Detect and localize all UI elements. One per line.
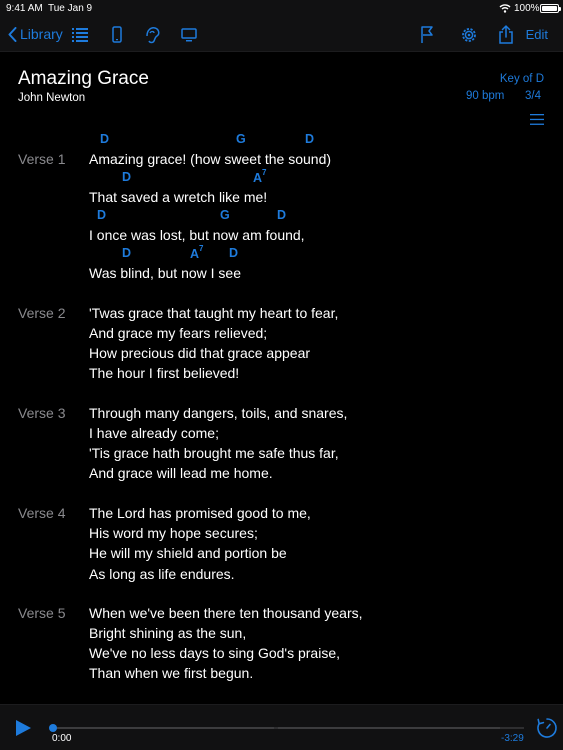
lyric-line: His word my hope secures; xyxy=(89,525,258,541)
lyric-line: The Lord has promised good to me, xyxy=(89,505,311,521)
song-time-signature[interactable]: 3/4 xyxy=(525,90,541,102)
verse-label: Verse 3 xyxy=(18,405,66,421)
list-icon[interactable] xyxy=(69,24,91,46)
battery-icon xyxy=(540,4,561,13)
phone-icon[interactable] xyxy=(106,24,128,46)
edit-button[interactable]: Edit xyxy=(526,27,548,42)
lyric-line: I once was lost, but now am found, xyxy=(89,227,305,243)
chord[interactable]: D xyxy=(305,132,314,146)
gear-icon[interactable] xyxy=(458,24,480,46)
back-label: Library xyxy=(20,26,63,42)
elapsed-time: 0:00 xyxy=(52,733,72,744)
song-author: John Newton xyxy=(18,92,86,104)
lyric-line: He will my shield and portion be xyxy=(89,545,287,561)
navigation-bar: Library Edit xyxy=(0,18,563,52)
verse-label: Verse 2 xyxy=(18,305,66,321)
lyric-line: 'Tis grace hath brought me safe thus far… xyxy=(89,445,339,461)
lyric-line: When we've been there ten thousand years… xyxy=(89,605,363,621)
lyric-line: 'Twas grace that taught my heart to fear… xyxy=(89,305,339,321)
chord[interactable]: A7 xyxy=(190,244,203,261)
chord[interactable]: D xyxy=(122,246,131,260)
tune-icon[interactable] xyxy=(142,24,164,46)
lyric-line: We've no less days to sing God's praise, xyxy=(89,645,340,661)
lyric-line: How precious did that grace appear xyxy=(89,345,311,361)
remaining-time: -3:29 xyxy=(501,733,524,744)
song-title: Amazing Grace xyxy=(18,68,149,89)
chord[interactable]: D xyxy=(122,170,131,184)
lyric-line: Was blind, but now I see xyxy=(89,265,242,281)
flag-icon[interactable] xyxy=(417,24,439,46)
song-tempo[interactable]: 90 bpm xyxy=(466,90,504,102)
chord[interactable]: D xyxy=(277,208,286,222)
battery-percent: 100% xyxy=(514,3,540,14)
lyric-line: As long as life endures. xyxy=(89,566,235,582)
status-bar: 9:41 AM Tue Jan 9 100% xyxy=(0,0,563,18)
slider-thumb[interactable] xyxy=(49,724,57,732)
chord[interactable]: G xyxy=(236,132,246,146)
verse-label: Verse 1 xyxy=(18,151,66,167)
chord[interactable]: G xyxy=(220,208,230,222)
verse-label: Verse 5 xyxy=(18,605,66,621)
progress-slider[interactable] xyxy=(49,724,524,732)
lyric-line: Amazing grace! (how sweet the sound) xyxy=(89,151,332,167)
lyric-line: The hour I first believed! xyxy=(89,365,240,381)
lyric-line: Through many dangers, toils, and snares, xyxy=(89,405,348,421)
status-date: Tue Jan 9 xyxy=(48,3,93,14)
lyric-line: That saved a wretch like me! xyxy=(89,189,268,205)
verse-label: Verse 4 xyxy=(18,505,66,521)
play-icon[interactable] xyxy=(14,719,32,737)
chord[interactable]: D xyxy=(100,132,109,146)
chord[interactable]: D xyxy=(229,246,238,260)
song-key[interactable]: Key of D xyxy=(500,73,544,85)
status-time: 9:41 AM xyxy=(6,3,43,14)
wifi-icon xyxy=(499,4,511,13)
lyric-line: And grace my fears relieved; xyxy=(89,325,268,341)
lyric-line: Bright shining as the sun, xyxy=(89,625,247,641)
lyric-line: Than when we first begun. xyxy=(89,665,254,681)
monitor-icon[interactable] xyxy=(178,24,200,46)
share-icon[interactable] xyxy=(495,24,517,46)
lyric-line: I have already come; xyxy=(89,425,219,441)
chevron-left-icon xyxy=(8,26,17,42)
menu-icon[interactable] xyxy=(530,114,544,125)
loop-icon[interactable] xyxy=(535,716,559,740)
back-button[interactable]: Library xyxy=(8,26,63,42)
chord[interactable]: A7 xyxy=(253,168,266,185)
lyric-line: And grace will lead me home. xyxy=(89,465,273,481)
chord[interactable]: D xyxy=(97,208,106,222)
audio-player: 0:00 -3:29 xyxy=(0,704,563,750)
